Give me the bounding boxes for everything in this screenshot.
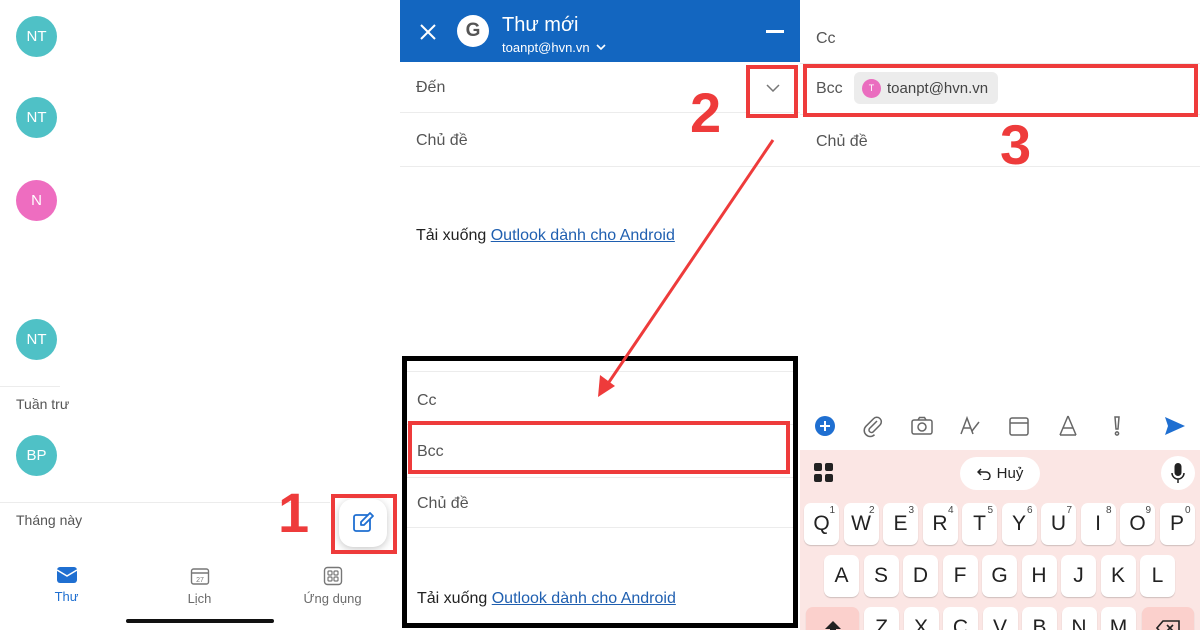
arrow-annotation bbox=[598, 139, 775, 397]
